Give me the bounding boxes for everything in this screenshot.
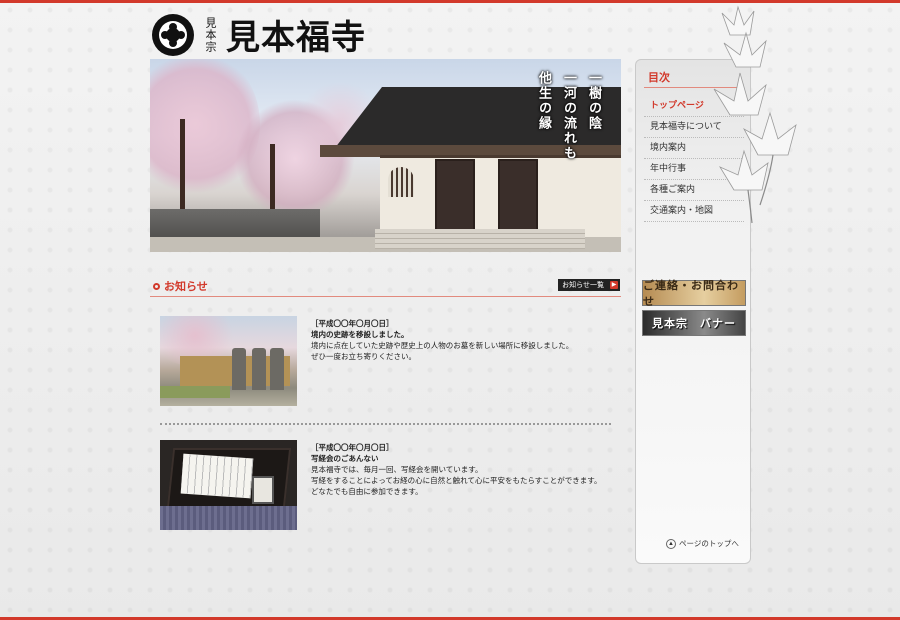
sidebar-item-guide[interactable]: 各種ご案内 — [644, 180, 744, 201]
sidebar-item-access[interactable]: 交通案内・地図 — [644, 201, 744, 222]
news-text: ［平成〇〇年〇月〇日］ 境内の史跡を移設しました。 境内に点在していた史跡や歴史… — [311, 318, 611, 362]
top-accent-bar — [0, 0, 900, 3]
site-logo[interactable]: 見本宗 見本福寺 — [152, 10, 366, 59]
news-header: お知らせ お知らせ一覧 ▶ — [150, 277, 621, 297]
arrow-right-icon: ▶ — [610, 281, 618, 289]
sutra-paper — [180, 453, 254, 499]
tree-trunk — [180, 119, 185, 214]
news-date: ［平成〇〇年〇月〇日］ — [311, 443, 394, 452]
sidebar: 目次 トップページ 見本福寺について 境内案内 年中行事 各種ご案内 交通案内・… — [635, 59, 751, 564]
poem-line: 他生の縁 — [536, 71, 551, 131]
temple-name: 見本福寺 — [226, 18, 366, 58]
sidebar-item-grounds[interactable]: 境内案内 — [644, 138, 744, 159]
news-divider — [160, 423, 611, 425]
news-thumbnail[interactable] — [160, 316, 297, 406]
sidebar-title: 目次 — [648, 71, 670, 84]
news-body-line: ぜひ一度お立ち寄りください。 — [311, 352, 416, 361]
sect-name: 見本宗 — [204, 16, 217, 53]
ink-tray — [252, 476, 274, 504]
news-text: ［平成〇〇年〇月〇日］ 写経会のごあんない 見本福寺では、毎月一回、写経会を開い… — [311, 442, 611, 497]
circle-bullet-icon — [153, 282, 160, 290]
news-body-line: 境内に点在していた史跡や歴史上の人物のお墓を新しい場所に移設しました。 — [311, 341, 574, 350]
contact-banner[interactable]: ご連絡・お問合わせ — [642, 279, 746, 308]
temple-door — [498, 159, 538, 231]
family-crest-icon — [152, 13, 194, 56]
news-list-label: お知らせ一覧 — [562, 282, 604, 289]
news-list-button[interactable]: お知らせ一覧 ▶ — [558, 279, 620, 291]
gravestone — [232, 348, 246, 390]
news-thumbnail[interactable] — [160, 440, 297, 530]
sidebar-rule — [644, 87, 744, 88]
temple-door — [435, 159, 475, 231]
gravestone — [252, 348, 266, 390]
temple-window — [388, 167, 414, 197]
sidebar-menu: トップページ 見本福寺について 境内案内 年中行事 各種ご案内 交通案内・地図 — [644, 96, 744, 222]
page-top-label: ページのトップへ — [679, 539, 739, 548]
arrow-up-icon: ▲ — [666, 538, 676, 549]
tree-trunk — [270, 144, 275, 214]
sidebar-item-top[interactable]: トップページ — [644, 96, 744, 117]
gravestone — [270, 348, 284, 390]
news-title: お知らせ — [153, 278, 208, 294]
sidebar-item-about[interactable]: 見本福寺について — [644, 117, 744, 138]
news-body-line: どなたでも自由に参加できます。 — [311, 487, 423, 496]
news-date: ［平成〇〇年〇月〇日］ — [311, 319, 394, 328]
tatami-mat — [160, 506, 297, 530]
hero-poem: 一樹の陰 一河の流れも 他生の縁 — [534, 71, 603, 161]
hero-image: 一樹の陰 一河の流れも 他生の縁 — [150, 59, 621, 252]
poem-line: 一樹の陰 — [586, 71, 601, 131]
sect-banner[interactable]: 見本宗 バナー — [642, 310, 746, 336]
news-subject[interactable]: 写経会のごあんない — [311, 453, 611, 464]
poem-line: 一河の流れも — [561, 71, 576, 161]
news-body-line: 写経をすることによってお経の心に自然と触れて心に平安をもたらすことができます。 — [311, 476, 602, 485]
lawn — [160, 386, 230, 398]
news-subject[interactable]: 境内の史跡を移設しました。 — [311, 329, 611, 340]
temple-steps — [375, 229, 585, 249]
sidebar-item-events[interactable]: 年中行事 — [644, 159, 744, 180]
page-top-link[interactable]: ▲ ページのトップへ — [666, 538, 739, 549]
news-title-label: お知らせ — [164, 280, 208, 293]
news-body-line: 見本福寺では、毎月一回、写経会を開いています。 — [311, 465, 483, 474]
